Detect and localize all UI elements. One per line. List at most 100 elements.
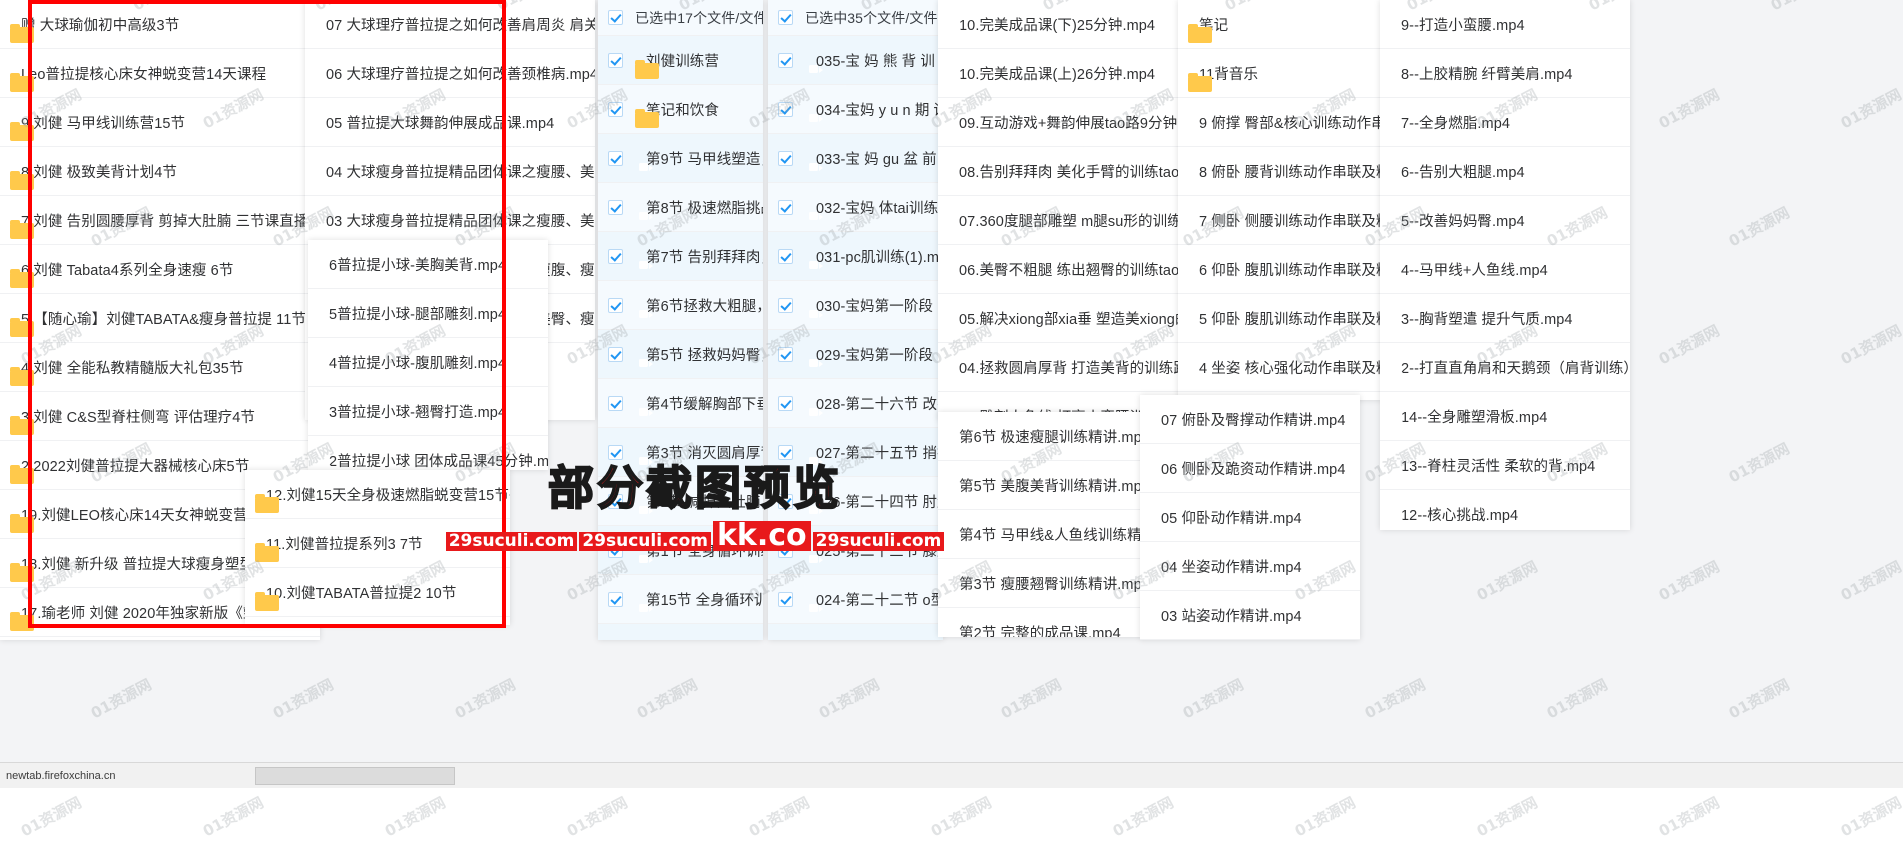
list-item[interactable]: 11背音乐: [1178, 49, 1383, 98]
list-item[interactable]: 029-宝妈第一阶段 （上）: [768, 330, 943, 379]
row-checkbox[interactable]: [608, 248, 623, 264]
list-item[interactable]: 第2节 完整的成品课.mp4: [938, 608, 1143, 638]
list-item[interactable]: 8.刘健 极致美背计划4节: [0, 147, 320, 196]
list-item[interactable]: 第6节 极速瘦腿训练精讲.mp4: [938, 412, 1143, 461]
list-item[interactable]: 032-宝妈 体tai训练（一）: [768, 183, 943, 232]
list-item[interactable]: 第5节 拯救妈妈臀，美臀训练: [598, 330, 763, 379]
row-checkbox[interactable]: [608, 101, 623, 117]
list-item[interactable]: 1.2022刘健脊柱矫正器arc4节: [245, 617, 510, 625]
list-item[interactable]: 04 坐姿动作精讲.mp4: [1140, 542, 1360, 591]
row-checkbox[interactable]: [608, 297, 623, 313]
row-checkbox[interactable]: [608, 395, 623, 411]
list-item[interactable]: 3--胸背塑遣 提升气质.mp4: [1380, 294, 1630, 343]
list-item[interactable]: 04.拯救圆肩厚背 打造美背的训练路21分钟.mp4: [938, 343, 1183, 392]
list-item[interactable]: 06 侧卧及跪资动作精讲.mp4: [1140, 444, 1360, 493]
list-item[interactable]: 7 侧卧 侧腰训练动作串联及精讲: [1178, 196, 1383, 245]
list-item[interactable]: 023-第二十一节 又 型 腿: [768, 624, 943, 640]
list-item[interactable]: 赠 大球瑜伽初中高级3节: [0, 0, 320, 49]
list-item[interactable]: 5.【随心瑜】刘健TABATA&瘦身普拉提 11节+笔记+音乐: [0, 294, 320, 343]
row-checkbox[interactable]: [778, 346, 793, 362]
list-item[interactable]: 第6节拯救大粗腿，瘦腿训练: [598, 281, 763, 330]
row-checkbox[interactable]: [608, 10, 623, 25]
list-item[interactable]: 07 大球理疗普拉提之如何改善肩周炎 肩关节弹响与圆肩体态.mp4: [305, 0, 595, 49]
list-item[interactable]: 4--马甲线+人鱼线.mp4: [1380, 245, 1630, 294]
list-item[interactable]: 024-第二十二节 o型腿: [768, 575, 943, 624]
list-item[interactable]: 06.美臀不粗腿 练出翘臀的训练tao路16分钟.mp4: [938, 245, 1183, 294]
list-item[interactable]: 07 俯卧及臀撑动作精讲.mp4: [1140, 395, 1360, 444]
list-item[interactable]: 13--脊柱灵活性 柔软的背.mp4: [1380, 441, 1630, 490]
row-checkbox[interactable]: [778, 150, 793, 166]
list-item[interactable]: 5 仰卧 腹肌训练动作串联及精讲: [1178, 294, 1383, 343]
list-item[interactable]: 031-pc肌训练(1).mp4: [768, 232, 943, 281]
row-checkbox[interactable]: [608, 346, 623, 362]
list-item[interactable]: 12.刘健15天全身极速燃脂蜕变营15节+笔记+食谱: [245, 470, 510, 519]
list-item[interactable]: 第4节缓解胸部下垂，胸部训练: [598, 379, 763, 428]
list-item[interactable]: 6.刘健 Tabata4系列全身速瘦 6节: [0, 245, 320, 294]
row-checkbox[interactable]: [608, 52, 623, 68]
list-item[interactable]: 第14节 纤臂，美臂修身操: [598, 624, 763, 640]
list-item[interactable]: 3.刘健 C&S型脊柱侧弯 评估理疗4节: [0, 392, 320, 441]
list-item[interactable]: 10.完美成品课(上)26分钟.mp4: [938, 49, 1183, 98]
list-item[interactable]: 034-宝妈 y u n 期 训 练: [768, 85, 943, 134]
list-item[interactable]: 第8节 极速燃脂挑战，间歇: [598, 183, 763, 232]
row-checkbox[interactable]: [778, 199, 793, 215]
list-item[interactable]: 12--核心挑战.mp4: [1380, 490, 1630, 530]
row-checkbox[interactable]: [778, 248, 793, 264]
row-checkbox[interactable]: [778, 52, 793, 68]
row-checkbox[interactable]: [778, 395, 793, 411]
list-item[interactable]: 5普拉提小球-腿部雕刻.mp4: [308, 289, 548, 338]
list-item[interactable]: 08.告别拜拜肉 美化手臂的训练tao路18分钟.mp4: [938, 147, 1183, 196]
list-item[interactable]: 笔记: [1178, 0, 1383, 49]
list-item[interactable]: 09.互动游戏+舞韵伸展tao路9分钟.mp4: [938, 98, 1183, 147]
list-item[interactable]: 刘健训练营: [598, 36, 763, 85]
list-item[interactable]: 9--打造小蛮腰.mp4: [1380, 0, 1630, 49]
list-item[interactable]: 8--上胶精腕 纤臂美肩.mp4: [1380, 49, 1630, 98]
list-item[interactable]: 7--全身燃脂.mp4: [1380, 98, 1630, 147]
row-checkbox[interactable]: [778, 591, 793, 607]
list-item[interactable]: 9 俯撑 臀部&核心训练动作串联: [1178, 98, 1383, 147]
list-item[interactable]: 6--告别大粗腿.mp4: [1380, 147, 1630, 196]
row-checkbox[interactable]: [608, 591, 623, 607]
list-item[interactable]: 第5节 美腹美背训练精讲.mp4: [938, 461, 1143, 510]
list-item[interactable]: 3普拉提小球-翘臀打造.mp4: [308, 387, 548, 436]
list-item[interactable]: 第15节 全身循环训练，高效: [598, 575, 763, 624]
list-item[interactable]: 4 坐姿 核心强化动作串联及精讲: [1178, 343, 1383, 392]
list-item[interactable]: 笔记和饮食: [598, 85, 763, 134]
list-item[interactable]: 07.360度腿部雕塑 m腿su形的训练套路.mp4: [938, 196, 1183, 245]
list-item[interactable]: 第4节 马甲线&人鱼线训练精讲.mp4: [938, 510, 1143, 559]
list-item[interactable]: 05 仰卧动作精讲.mp4: [1140, 493, 1360, 542]
list-item[interactable]: 4普拉提小球-腹肌雕刻.mp4: [308, 338, 548, 387]
row-checkbox[interactable]: [608, 199, 623, 215]
list-item[interactable]: 10.完美成品课(下)25分钟.mp4: [938, 0, 1183, 49]
list-item[interactable]: 5--改善妈妈臀.mp4: [1380, 196, 1630, 245]
list-item[interactable]: 028-第二十六节 改善骨盆: [768, 379, 943, 428]
list-item[interactable]: 第7节 告别拜拜肉，美化手臂: [598, 232, 763, 281]
list-item[interactable]: Leo普拉提核心床女神蜕变营14天课程: [0, 49, 320, 98]
row-checkbox[interactable]: [608, 150, 623, 166]
list-item[interactable]: 030-宝妈第一阶段（下）: [768, 281, 943, 330]
row-checkbox[interactable]: [778, 10, 793, 25]
list-item[interactable]: 6普拉提小球-美胸美背.mp4: [308, 240, 548, 289]
list-item[interactable]: 第3节 瘦腰翘臀训练精讲.mp4: [938, 559, 1143, 608]
row-checkbox[interactable]: [778, 444, 793, 460]
list-item[interactable]: 033-宝 妈 gu 盆 前 yi.mp4: [768, 134, 943, 183]
list-item[interactable]: 05.解决xiong部xia垂 塑造美xiong的训练tao路2: [938, 294, 1183, 343]
list-item[interactable]: 6 仰卧 腹肌训练动作串联及精讲: [1178, 245, 1383, 294]
list-item[interactable]: 03 大球瘦身普拉提精品团体课之瘦腰、美背、瘦腹、纤臂.mp4: [305, 196, 595, 245]
list-item[interactable]: 16.刘健 普拉提小球6节: [0, 637, 320, 640]
list-item[interactable]: 8 俯卧 腰背训练动作串联及精讲: [1178, 147, 1383, 196]
list-item[interactable]: 06 大球理疗普拉提之如何改善颈椎病.mp4: [305, 49, 595, 98]
list-item[interactable]: 10.刘健TABATA普拉提2 10节: [245, 568, 510, 617]
list-item[interactable]: 035-宝 妈 熊 背 训 练.mp4: [768, 36, 943, 85]
list-item[interactable]: 04 大球瘦身普拉提精品团体课之瘦腰、美背、瘦腹、纤臂.mp4: [305, 147, 595, 196]
list-item[interactable]: 9.刘健 马甲线训练营15节: [0, 98, 320, 147]
list-item[interactable]: 2--打直直角肩和天鹅颈（肩背训练）.mp4: [1380, 343, 1630, 392]
list-item[interactable]: 7.刘健 告别圆腰厚背 剪掉大肚腩 三节课直播课: [0, 196, 320, 245]
row-checkbox[interactable]: [778, 101, 793, 117]
row-checkbox[interactable]: [778, 297, 793, 313]
list-item[interactable]: 14--全身雕塑滑板.mp4: [1380, 392, 1630, 441]
list-item[interactable]: 03 站姿动作精讲.mp4: [1140, 591, 1360, 640]
list-item[interactable]: 05 普拉提大球舞韵伸展成品课.mp4: [305, 98, 595, 147]
list-item[interactable]: 第9节 马甲线塑造，局部塑形: [598, 134, 763, 183]
list-item[interactable]: 4.刘健 全能私教精髓版大礼包35节: [0, 343, 320, 392]
